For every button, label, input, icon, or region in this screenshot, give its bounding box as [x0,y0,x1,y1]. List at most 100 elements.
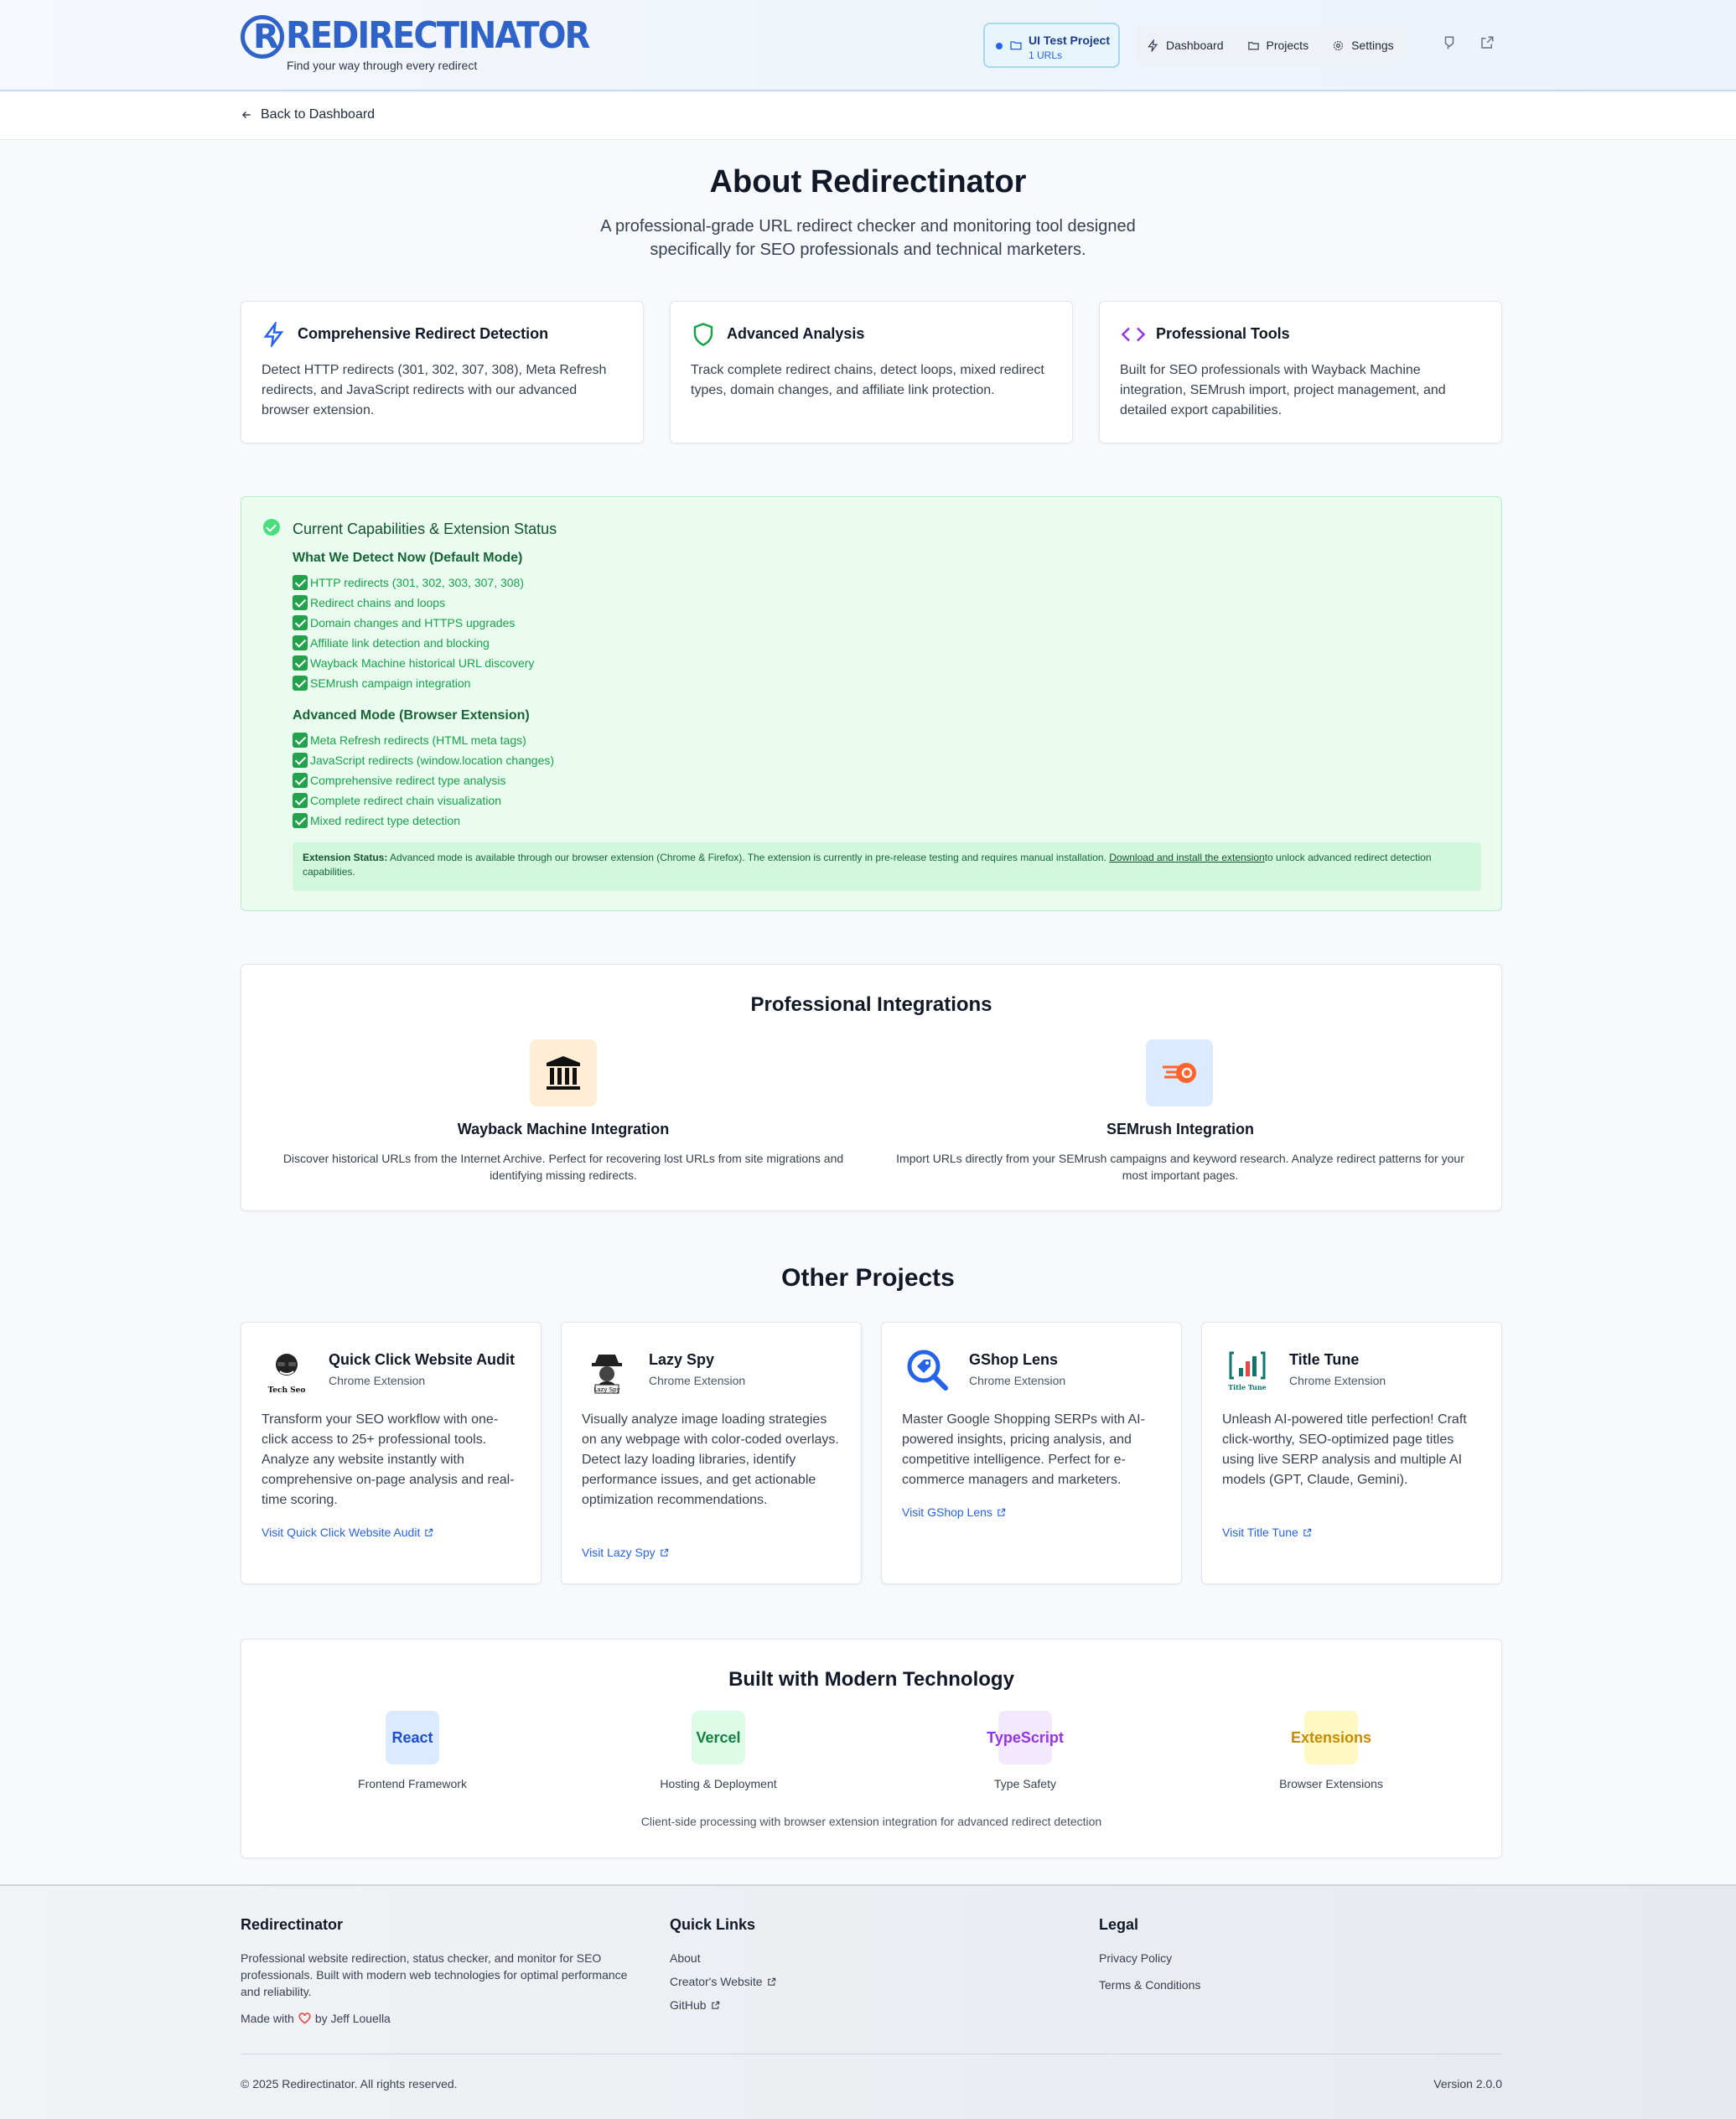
project-card: Tech Seo Quick Click Website Audit Chrom… [241,1322,542,1584]
integrations-panel: Professional Integrations Wayback Machin… [241,964,1502,1211]
feature-desc: Detect HTTP redirects (301, 302, 307, 30… [262,363,607,417]
tech-note: Client-side processing with browser exte… [640,1815,1102,1828]
check-icon [293,813,308,828]
capabilities-title: Current Capabilities & Extension Status [293,521,557,537]
project-name: UI Test Project [1029,34,1110,47]
visit-project-link[interactable]: Visit Lazy Spy [582,1546,669,1559]
nav-label: Dashboard [1166,39,1224,52]
code-icon [1121,327,1146,342]
footer-link-about[interactable]: About [670,1951,701,1965]
feature-card: Professional Tools Built for SEO profess… [1099,301,1502,443]
check-icon [293,676,308,691]
external-link-icon [1303,1528,1311,1536]
nav-dashboard[interactable]: Dashboard [1147,39,1224,52]
footer-link-terms[interactable]: Terms & Conditions [1099,1978,1200,1992]
visit-project-link[interactable]: Visit GShop Lens [902,1505,1006,1519]
app-header: REDIRECTINATOR Find your way through eve… [0,0,1736,91]
status-label: Extension Status: [303,852,388,863]
svg-text:Lazy Spy: Lazy Spy [593,1386,619,1393]
back-bar: Back to Dashboard [0,92,1736,140]
status-text: Advanced mode is available through our b… [387,852,1110,863]
project-name: Title Tune [1289,1351,1360,1368]
project-type: Chrome Extension [1289,1374,1386,1387]
other-projects-title: Other Projects [781,1264,955,1292]
check-icon [293,753,308,768]
tech-seo-logo-icon: Tech Seo [262,1346,312,1396]
integration-title: SEMrush Integration [1106,1121,1254,1137]
back-to-dashboard-link[interactable]: Back to Dashboard [241,107,375,122]
quick-links-title: Quick Links [670,1916,756,1933]
made-with-text: Made with by Jeff Louella [241,2012,391,2025]
check-icon [293,615,308,630]
external-link-icon[interactable] [1479,35,1495,50]
tech-badge-typescript: TypeScript [987,1711,1064,1764]
feature-desc: Track complete redirect chains, detect l… [691,363,1044,397]
integrations-title: Professional Integrations [750,993,992,1016]
integration-title: Wayback Machine Integration [457,1121,670,1137]
external-link-icon [998,1508,1006,1516]
feature-card: Comprehensive Redirect Detection Detect … [241,301,644,443]
visit-project-link[interactable]: Visit Title Tune [1222,1526,1312,1539]
footer-link-privacy[interactable]: Privacy Policy [1099,1951,1172,1965]
logo-tagline: Find your way through every redirect [287,59,478,72]
github-icon[interactable] [1442,35,1457,50]
tech-label: Browser Extensions [1279,1777,1383,1790]
current-project-pill[interactable]: UI Test Project 1 URLs [983,23,1120,68]
tech-badge-react: React [386,1711,439,1764]
footer-link-creator[interactable]: Creator's Website [670,1975,776,1988]
nav-settings[interactable]: Settings [1332,39,1394,52]
install-extension-link[interactable]: Download and install the extension [1109,852,1264,863]
list-item: Mixed redirect type detection [293,811,554,831]
archive-building-icon [530,1039,597,1106]
list-item-text: Affiliate link detection and blocking [310,636,490,650]
footer-link-github[interactable]: GitHub [670,1998,720,2012]
external-link-icon [767,1977,775,1986]
feature-title: Advanced Analysis [727,325,865,342]
lightning-icon [1148,39,1158,52]
project-name: Lazy Spy [649,1351,715,1368]
list-item: Wayback Machine historical URL discovery [293,653,534,673]
list-item-text: JavaScript redirects (window.location ch… [310,754,555,767]
shield-icon [693,323,713,346]
folder-icon [1010,41,1022,50]
nav-projects[interactable]: Projects [1247,39,1309,52]
list-item: Affiliate link detection and blocking [293,633,534,653]
list-item: Meta Refresh redirects (HTML meta tags) [293,730,554,750]
list-item-text: Redirect chains and loops [310,596,446,609]
check-icon [293,595,308,610]
list-item: Comprehensive redirect type analysis [293,770,554,790]
title-tune-logo-icon: Title Tune [1222,1346,1272,1396]
svg-text:Tech Seo: Tech Seo [268,1386,306,1395]
list-item: Redirect chains and loops [293,593,534,613]
status-dot [996,43,1003,49]
logo-text: REDIRECTINATOR [286,15,590,57]
list-item-text: Wayback Machine historical URL discovery [310,656,535,670]
heart-icon [298,2013,311,2024]
tech-panel: Built with Modern Technology React Front… [241,1639,1502,1858]
tech-badge-vercel: Vercel [692,1711,745,1764]
project-desc: Transform your SEO workflow with one-cli… [262,1412,515,1507]
check-icon [293,793,308,808]
project-type: Chrome Extension [649,1374,746,1387]
legal-title: Legal [1099,1916,1139,1933]
extension-status-note: Extension Status: Advanced mode is avail… [293,842,1481,891]
list-item: Complete redirect chain visualization [293,790,554,811]
gear-icon [1333,40,1344,50]
integration-desc: Discover historical URLs from the Intern… [282,1152,844,1182]
logo[interactable]: REDIRECTINATOR [241,15,590,59]
list-item-text: Complete redirect chain visualization [310,794,501,807]
tech-label: Hosting & Deployment [660,1777,777,1790]
project-name: GShop Lens [969,1351,1059,1368]
tech-badge-extensions: Extensions [1291,1711,1371,1764]
default-mode-heading: What We Detect Now (Default Mode) [293,551,523,565]
integration-desc: Import URLs directly from your SEMrush c… [896,1152,1464,1182]
visit-project-link[interactable]: Visit Quick Click Website Audit [262,1526,433,1539]
check-circle-icon [263,519,280,536]
capabilities-panel: Current Capabilities & Extension Status … [241,496,1502,911]
advanced-mode-list: Meta Refresh redirects (HTML meta tags) … [293,730,554,831]
arrow-left-icon [241,111,251,119]
external-link-icon [425,1528,433,1536]
feature-card: Advanced Analysis Track complete redirec… [670,301,1073,443]
nav-label: Projects [1266,39,1309,52]
project-card: GShop Lens Chrome Extension Master Googl… [881,1322,1182,1584]
